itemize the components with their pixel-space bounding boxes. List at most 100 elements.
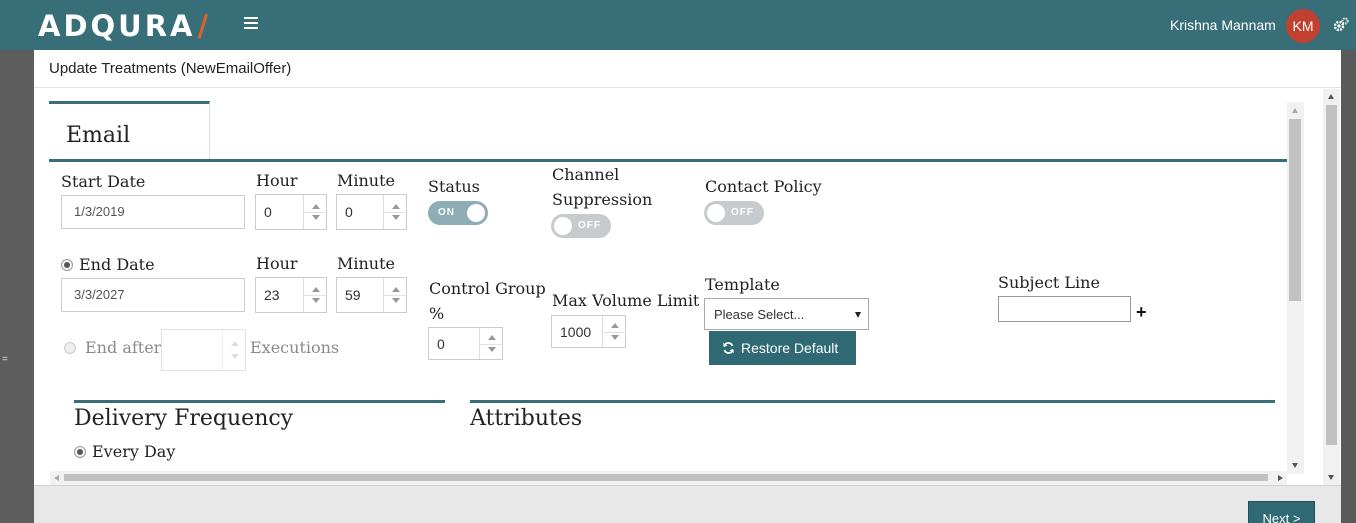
tab-email-label: Email xyxy=(66,123,131,148)
channel-suppression-label-line1: Channel xyxy=(552,165,620,184)
subject-line-label: Subject Line xyxy=(998,273,1100,292)
end-after-spinner[interactable] xyxy=(222,330,245,370)
end-date-input[interactable]: 3/3/2027 xyxy=(61,278,245,312)
decrement-arrow-icon xyxy=(312,215,320,220)
status-toggle-text: ON xyxy=(438,207,455,218)
control-group-value: 0 xyxy=(437,336,445,352)
delivery-frequency-rule xyxy=(74,400,445,403)
restore-default-label: Restore Default xyxy=(741,340,839,356)
inner-vertical-scrollbar[interactable] xyxy=(1287,102,1304,474)
scrollbar-thumb[interactable] xyxy=(1326,105,1337,445)
end-after-radio[interactable] xyxy=(64,342,76,354)
modal-title: Update Treatments (NewEmailOffer) xyxy=(49,60,292,77)
increment-arrow-icon xyxy=(312,204,320,209)
tab-email[interactable]: Email xyxy=(49,101,210,159)
start-minute-spinner[interactable] xyxy=(383,195,407,229)
scrollbar-thumb[interactable] xyxy=(64,474,1268,481)
start-minute-stepper[interactable]: 0 xyxy=(336,194,407,230)
toggle-knob xyxy=(467,204,485,222)
start-hour-stepper[interactable]: 0 xyxy=(255,194,327,230)
end-hour-value: 23 xyxy=(264,287,280,303)
next-button[interactable]: Next > xyxy=(1248,501,1315,523)
increment-arrow-icon xyxy=(231,341,239,346)
attributes-title: Attributes xyxy=(470,406,583,431)
control-group-spinner[interactable] xyxy=(479,328,503,359)
start-date-label: Start Date xyxy=(61,172,146,191)
max-volume-value: 1000 xyxy=(560,324,592,340)
contact-policy-toggle[interactable]: OFF xyxy=(704,201,764,225)
end-hour-label: Hour xyxy=(256,254,298,273)
modal-vertical-scrollbar[interactable] xyxy=(1323,89,1340,485)
contact-policy-toggle-text: OFF xyxy=(731,207,754,218)
template-selected-value: Please Select... xyxy=(714,307,805,322)
logo-slash: / xyxy=(197,9,212,43)
control-group-stepper[interactable]: 0 xyxy=(428,327,503,360)
decrement-arrow-icon xyxy=(392,298,400,303)
subject-line-input[interactable] xyxy=(998,296,1131,322)
channel-suppression-toggle-text: OFF xyxy=(578,220,601,231)
drag-handle-icon[interactable]: = xyxy=(2,355,8,365)
every-day-radio[interactable] xyxy=(74,446,86,458)
increment-arrow-icon xyxy=(488,335,496,340)
top-navbar: ADQURA/ Krishna Mannam KM xyxy=(0,0,1356,50)
channel-suppression-label-line2: Suppression xyxy=(552,190,653,209)
delivery-frequency-title: Delivery Frequency xyxy=(74,406,294,431)
template-select[interactable]: Please Select... xyxy=(704,298,869,330)
gears-icon[interactable] xyxy=(1333,17,1349,33)
scroll-left-arrow-icon[interactable] xyxy=(54,475,59,481)
left-backdrop: = xyxy=(0,50,34,523)
start-hour-value: 0 xyxy=(264,204,272,220)
end-hour-spinner[interactable] xyxy=(303,278,327,312)
increment-arrow-icon xyxy=(312,287,320,292)
start-minute-label: Minute xyxy=(337,171,396,190)
end-after-label: End after xyxy=(85,338,162,357)
channel-suppression-toggle[interactable]: OFF xyxy=(551,214,611,238)
max-volume-label: Max Volume Limit xyxy=(552,291,700,310)
end-minute-value: 59 xyxy=(345,287,361,303)
modal-footer: Next > xyxy=(34,485,1341,523)
scroll-up-arrow-icon[interactable] xyxy=(1328,94,1334,99)
avatar[interactable]: KM xyxy=(1286,9,1320,43)
contact-policy-label: Contact Policy xyxy=(705,177,822,196)
executions-label: Executions xyxy=(250,338,340,357)
scroll-right-arrow-icon[interactable] xyxy=(1278,475,1283,481)
end-date-radio[interactable] xyxy=(61,259,73,271)
caret-down-icon xyxy=(855,312,861,318)
control-group-label-line1: Control Group xyxy=(429,279,546,298)
max-volume-stepper[interactable]: 1000 xyxy=(551,315,626,348)
decrement-arrow-icon xyxy=(611,335,619,340)
end-date-label: End Date xyxy=(79,255,155,274)
end-hour-stepper[interactable]: 23 xyxy=(255,277,327,313)
end-minute-label: Minute xyxy=(337,254,396,273)
start-date-input[interactable]: 1/3/2019 xyxy=(61,195,245,229)
end-minute-stepper[interactable]: 59 xyxy=(336,277,407,313)
scroll-down-arrow-icon[interactable] xyxy=(1292,463,1298,468)
update-treatments-modal: Update Treatments (NewEmailOffer) Email … xyxy=(34,50,1341,523)
scrollbar-thumb[interactable] xyxy=(1289,119,1301,301)
start-hour-spinner[interactable] xyxy=(303,195,327,229)
decrement-arrow-icon xyxy=(312,298,320,303)
start-minute-value: 0 xyxy=(345,204,353,220)
refresh-icon xyxy=(723,342,734,354)
inner-horizontal-scrollbar[interactable] xyxy=(50,471,1287,485)
start-hour-label: Hour xyxy=(256,171,298,190)
decrement-arrow-icon xyxy=(392,215,400,220)
increment-arrow-icon xyxy=(611,323,619,328)
increment-arrow-icon xyxy=(392,287,400,292)
restore-default-button[interactable]: Restore Default xyxy=(709,331,856,365)
user-name[interactable]: Krishna Mannam xyxy=(1170,16,1276,34)
scroll-down-arrow-icon[interactable] xyxy=(1328,475,1334,480)
end-after-stepper[interactable] xyxy=(161,329,246,371)
every-day-label: Every Day xyxy=(92,442,176,461)
scroll-up-arrow-icon[interactable] xyxy=(1292,108,1298,113)
toggle-knob xyxy=(554,217,572,235)
status-toggle[interactable]: ON xyxy=(428,201,488,225)
decrement-arrow-icon xyxy=(231,354,239,359)
add-plus-icon[interactable]: + xyxy=(1136,303,1147,321)
control-group-label-line2: % xyxy=(429,304,445,323)
app-logo[interactable]: ADQURA/ xyxy=(38,9,211,43)
hamburger-menu-icon[interactable] xyxy=(244,17,258,31)
increment-arrow-icon xyxy=(392,204,400,209)
end-minute-spinner[interactable] xyxy=(383,278,407,312)
max-volume-spinner[interactable] xyxy=(602,316,626,347)
